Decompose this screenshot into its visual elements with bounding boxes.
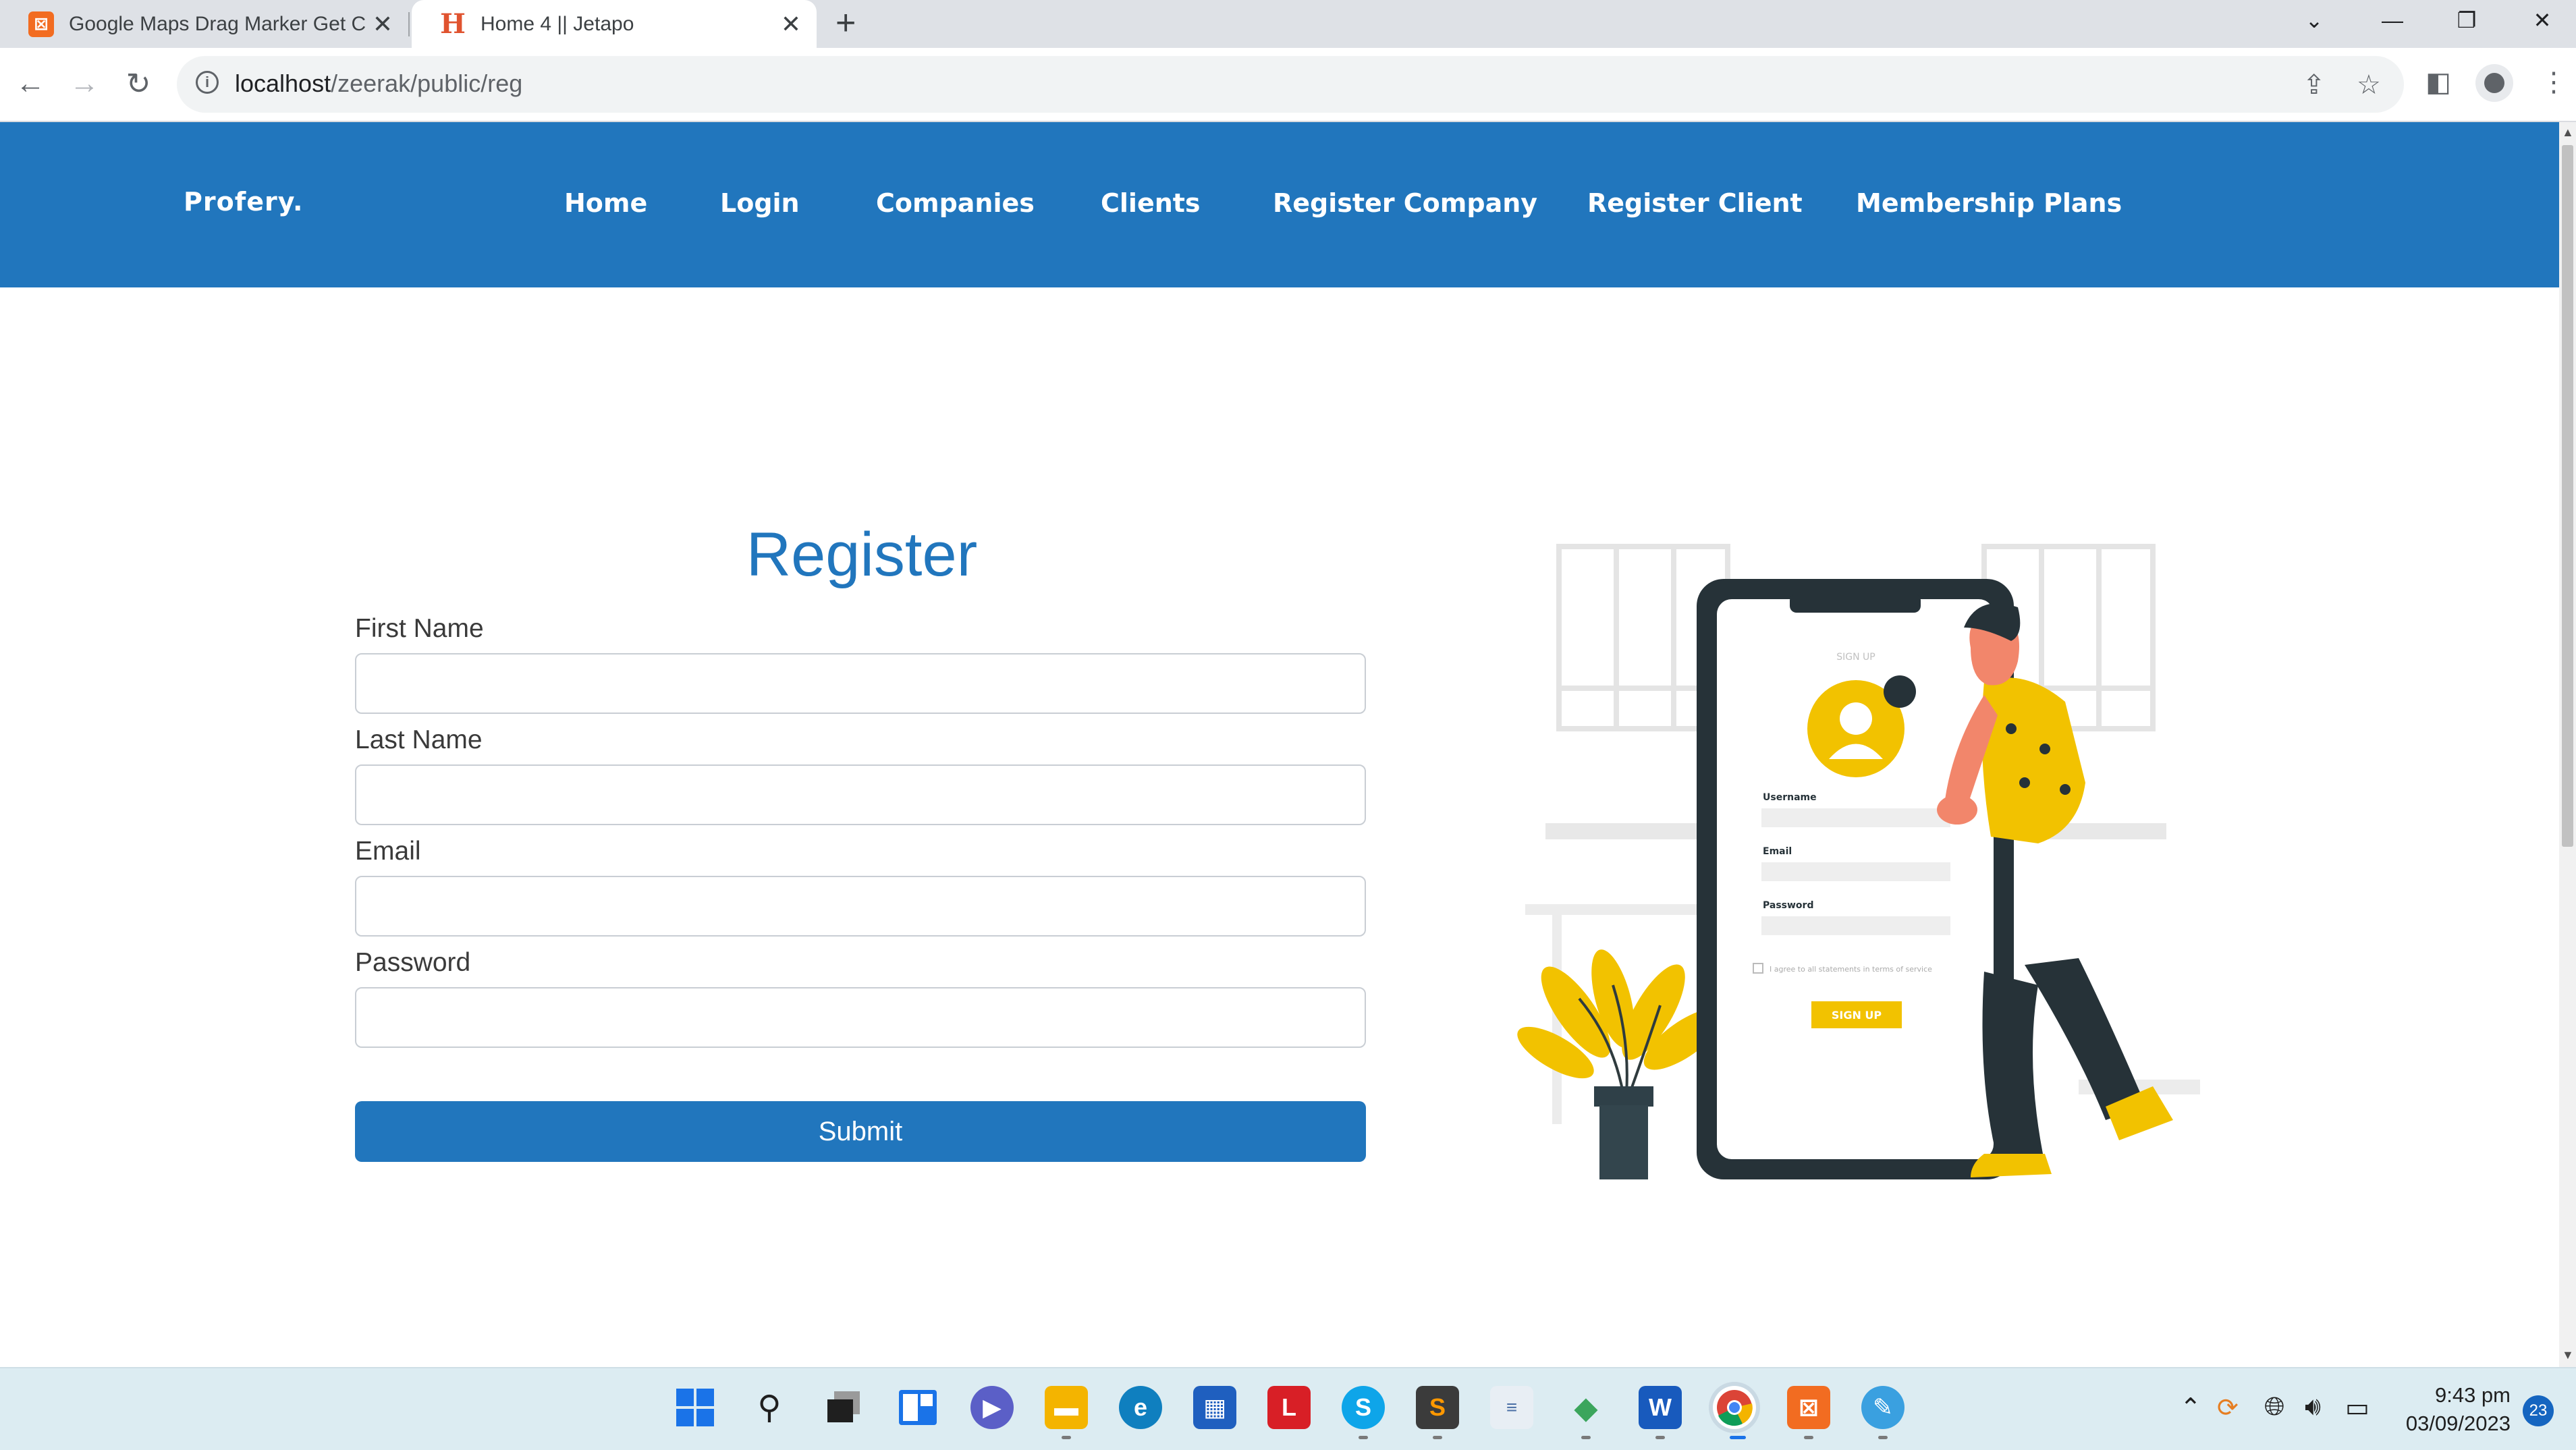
sublime-text-icon[interactable]: S: [1416, 1386, 1459, 1429]
nav-register-company[interactable]: Register Company: [1273, 188, 1537, 218]
nav-membership-plans[interactable]: Membership Plans: [1856, 188, 2122, 218]
search-icon[interactable]: ⚲: [748, 1386, 791, 1429]
running-indicator: [1359, 1436, 1368, 1439]
url-text[interactable]: localhost/zeerak/public/reg: [235, 69, 522, 98]
xampp-icon: ⊠: [28, 11, 54, 37]
tab-search-chevron-icon[interactable]: ⌄: [2277, 0, 2351, 40]
git-icon[interactable]: ◆: [1564, 1386, 1608, 1429]
reload-icon[interactable]: ↻: [115, 60, 162, 107]
volume-icon[interactable]: 🔊︎: [2305, 1393, 2321, 1422]
network-globe-icon[interactable]: 🌐︎: [2264, 1393, 2284, 1422]
clock-time[interactable]: 9:43 pm: [2376, 1383, 2511, 1407]
xampp-icon[interactable]: ⊠: [1787, 1386, 1830, 1429]
nav-register-client[interactable]: Register Client: [1587, 188, 1803, 218]
file-explorer-icon[interactable]: ▬: [1045, 1386, 1088, 1429]
password-label: Password: [355, 948, 471, 977]
url-path: /zeerak/public/reg: [331, 69, 523, 97]
tab-title: Home 4 || Jetapo: [481, 12, 634, 35]
jetapo-h-icon: H: [440, 8, 466, 40]
chrome-icon[interactable]: [1713, 1386, 1756, 1429]
last-name-input[interactable]: [355, 764, 1366, 825]
profile-avatar-icon[interactable]: [2475, 64, 2513, 102]
site-info-icon[interactable]: i: [196, 71, 219, 94]
illus-heading: SIGN UP: [1836, 652, 1875, 663]
close-window-icon[interactable]: ✕: [2505, 0, 2576, 40]
last-name-label: Last Name: [355, 725, 483, 754]
scroll-up-arrow-icon[interactable]: ▲: [2562, 126, 2574, 140]
tab-close-icon[interactable]: ✕: [777, 10, 804, 38]
illus-signup-button: SIGN UP: [1832, 1009, 1882, 1022]
new-tab-icon[interactable]: +: [835, 3, 856, 43]
first-name-input[interactable]: [355, 653, 1366, 714]
submit-button[interactable]: Submit: [355, 1101, 1366, 1162]
restore-icon[interactable]: ❐: [2430, 0, 2504, 40]
illus-terms-text: I agree to all statements in terms of se…: [1770, 965, 1932, 974]
tab-separator: [408, 12, 410, 36]
running-indicator: [1581, 1436, 1591, 1439]
more-menu-icon[interactable]: ⋮: [2540, 67, 2567, 98]
notification-badge[interactable]: 23: [2523, 1395, 2554, 1426]
tab-close-icon[interactable]: ✕: [369, 10, 396, 38]
first-name-label: First Name: [355, 614, 484, 643]
skype-icon[interactable]: S: [1342, 1386, 1385, 1429]
share-icon[interactable]: ⇪: [2303, 69, 2326, 101]
windows-taskbar: ⚲ ▶ ▬ e ▦ L S S ≡ ◆ W ⊠ ✎ ⌃ ⟳ 🌐︎ 🔊︎ ▭ 9:…: [0, 1367, 2576, 1450]
running-indicator: [1433, 1436, 1442, 1439]
signup-illustration: SIGN UP Username Email Password I agree …: [1517, 544, 2200, 1179]
nav-companies[interactable]: Companies: [876, 188, 1035, 218]
browser-tab-strip: ⊠ Google Maps Drag Marker Get C ✕ H Home…: [0, 0, 2576, 48]
scroll-down-arrow-icon[interactable]: ▼: [2562, 1348, 2574, 1362]
site-header: Profery. Home Login Companies Clients Re…: [0, 122, 2559, 287]
email-input[interactable]: [355, 876, 1366, 937]
scrollbar-thumb[interactable]: [2562, 145, 2573, 847]
browser-tab-google-maps[interactable]: ⊠ Google Maps Drag Marker Get C ✕: [0, 0, 408, 48]
running-indicator: [1878, 1436, 1888, 1439]
edge-icon[interactable]: e: [1119, 1386, 1162, 1429]
email-label: Email: [355, 837, 421, 866]
illus-email-label: Email: [1763, 846, 1792, 857]
running-indicator: [1804, 1436, 1813, 1439]
bookmark-star-icon[interactable]: ☆: [2357, 69, 2381, 101]
nav-home[interactable]: Home: [564, 188, 647, 218]
store-icon[interactable]: ▦: [1193, 1386, 1236, 1429]
nav-clients[interactable]: Clients: [1101, 188, 1201, 218]
notepad-icon[interactable]: ≡: [1490, 1386, 1533, 1429]
url-host: localhost: [235, 69, 331, 97]
back-icon[interactable]: ←: [7, 60, 54, 107]
nav-login[interactable]: Login: [720, 188, 800, 218]
word-icon[interactable]: W: [1639, 1386, 1682, 1429]
browser-toolbar: ← → ↻ i localhost/zeerak/public/reg ⇪ ☆ …: [0, 48, 2576, 122]
illus-username-label: Username: [1763, 792, 1817, 803]
minimize-icon[interactable]: —: [2355, 0, 2430, 40]
widgets-icon[interactable]: [896, 1386, 939, 1429]
password-input[interactable]: [355, 987, 1366, 1048]
browser-tab-jetapo[interactable]: H Home 4 || Jetapo ✕: [412, 0, 817, 48]
paint-icon[interactable]: ✎: [1861, 1386, 1904, 1429]
teams-chat-icon[interactable]: ▶: [970, 1386, 1014, 1429]
register-title: Register: [746, 520, 978, 589]
windows-start-icon[interactable]: [674, 1386, 717, 1429]
illus-password-label: Password: [1763, 900, 1813, 911]
side-panel-icon[interactable]: ◧: [2426, 67, 2451, 98]
show-hidden-icons-chevron-icon[interactable]: ⌃: [2180, 1393, 2201, 1423]
forward-icon[interactable]: →: [61, 60, 108, 107]
l-app-icon[interactable]: L: [1267, 1386, 1311, 1429]
active-indicator: [1730, 1436, 1746, 1439]
site-logo[interactable]: Profery.: [184, 187, 303, 217]
clock-date[interactable]: 03/09/2023: [2376, 1412, 2511, 1436]
sync-icon[interactable]: ⟳: [2217, 1393, 2239, 1423]
task-view-icon[interactable]: [822, 1386, 865, 1429]
running-indicator: [1062, 1436, 1071, 1439]
address-bar[interactable]: i localhost/zeerak/public/reg ⇪ ☆: [177, 56, 2404, 113]
tab-title: Google Maps Drag Marker Get C: [69, 12, 366, 35]
battery-icon[interactable]: ▭: [2345, 1393, 2369, 1423]
running-indicator: [1655, 1436, 1665, 1439]
